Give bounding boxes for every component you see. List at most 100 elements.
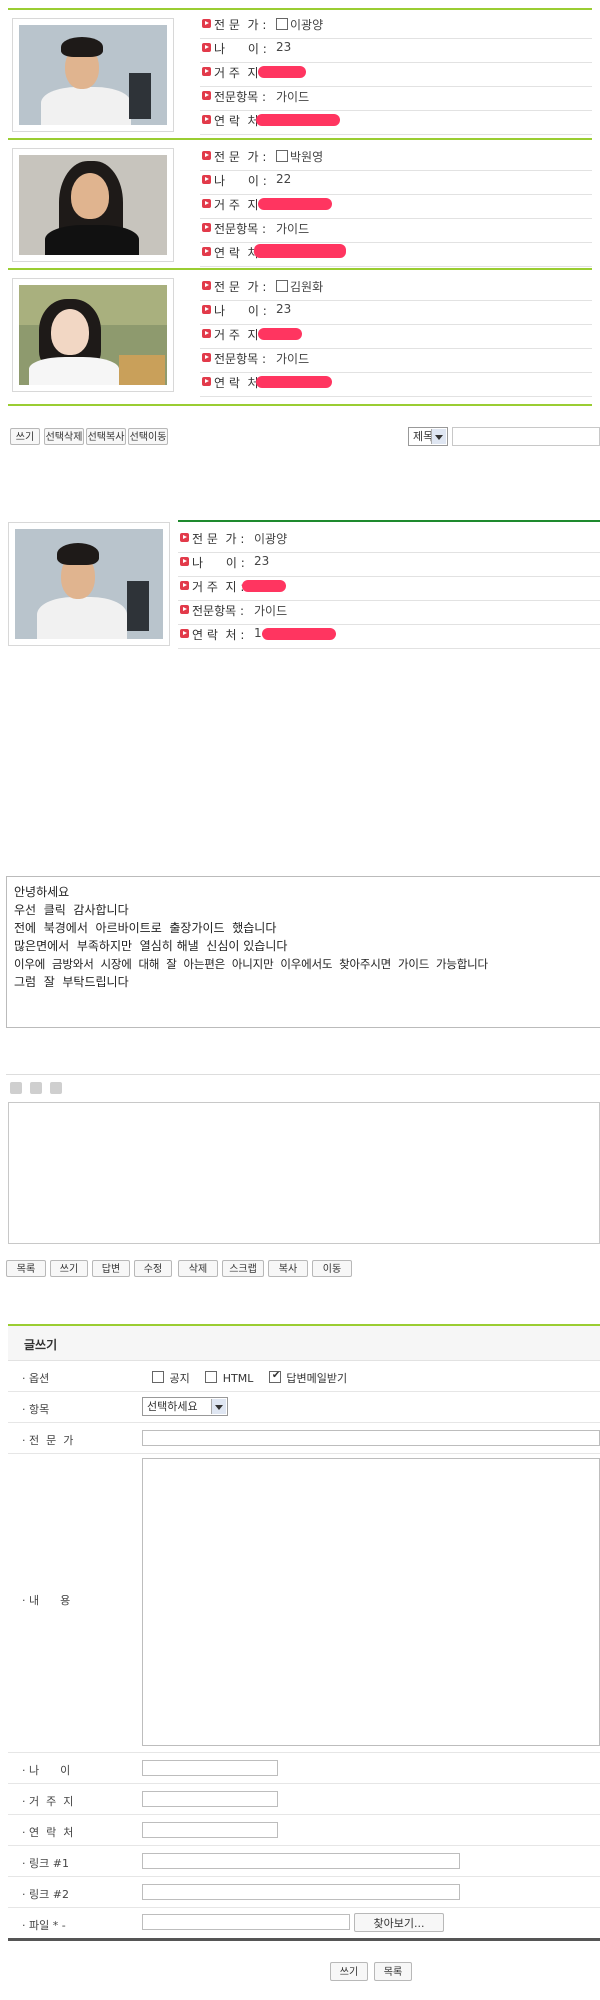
bullet-arrow-icon [180,557,189,566]
checkbox-icon[interactable] [205,1371,218,1383]
move-selected-button[interactable]: 선택이동 [128,428,168,445]
form-title: 글쓰기 [24,1338,58,1352]
contact-value: 1 [254,626,262,640]
message-line: 우선 클릭 감사합니다 [14,903,129,917]
checkbox-icon[interactable] [152,1371,164,1383]
copy-button[interactable]: 복사 [268,1260,308,1277]
expert-name[interactable]: 박원영 [290,150,323,164]
toolbar-up-icon[interactable] [10,1082,22,1094]
bullet-arrow-icon [202,377,211,386]
content-textarea[interactable] [142,1458,600,1746]
write-button[interactable]: 쓰기 [10,428,40,445]
scrap-button[interactable]: 스크랩 [222,1260,264,1277]
link2-input[interactable] [142,1884,460,1900]
specialty-value: 가이드 [276,90,310,104]
contact-label: 연 락 처 : [192,628,245,642]
toolbar-stop-icon[interactable] [30,1082,42,1094]
profile-photo[interactable] [12,18,174,132]
form-row-expert: · 전 문 가 [8,1423,600,1454]
redaction-mark [258,198,332,210]
form-row-contact: · 연 락 처 [8,1815,600,1846]
form-row-category: · 항목 선택하세요 [8,1392,600,1423]
bullet-arrow-icon [202,115,211,124]
age-value: 22 [276,172,292,186]
copy-selected-button[interactable]: 선택복사 [86,428,126,445]
expert-name: 이광양 [254,532,288,546]
residence-label: · 거 주 지 [22,1795,74,1808]
form-row-link2: · 링크 #2 [8,1877,600,1908]
age-label: 나 이 : [214,304,267,318]
profile-photo[interactable] [12,278,174,392]
bullet-arrow-icon [180,533,189,542]
category-select-value: 선택하세요 [147,1400,198,1413]
comment-textarea[interactable] [8,1102,600,1244]
redaction-mark [254,244,346,258]
redaction-mark [256,114,340,126]
file-path-input[interactable] [142,1914,350,1930]
delete-button[interactable]: 삭제 [178,1260,218,1277]
bullet-arrow-icon [202,19,211,28]
list-button[interactable]: 목록 [6,1260,46,1277]
expert-name[interactable]: 김원화 [290,280,323,294]
expert-label: 전 문 가 : [214,150,267,164]
checkbox-checked-icon[interactable]: ✔ [268,1370,281,1383]
edit-button[interactable]: 수정 [134,1260,172,1277]
file-label: · 파일 * - [22,1919,66,1932]
expert-label: 전 문 가 : [214,18,267,32]
options-label: · 옵션 [22,1372,50,1385]
form-row-residence: · 거 주 지 [8,1784,600,1815]
content-label: · 내 용 [22,1594,71,1607]
info-row-contact: 연 락 처 : [200,236,592,267]
expert-input[interactable] [142,1430,600,1446]
profile-photo[interactable] [12,148,174,262]
message-line: 그럼 잘 부탁드립니다 [14,975,129,989]
age-value: 23 [254,554,270,568]
move-button[interactable]: 이동 [312,1260,352,1277]
detail-row-contact: 연 락 처 : 1 [178,618,600,649]
age-value: 23 [276,40,292,54]
form-row-link1: · 링크 #1 [8,1846,600,1877]
specialty-value: 가이드 [276,222,310,236]
bullet-arrow-icon [202,223,211,232]
specialty-label: 전문항목 : [214,90,267,104]
toolbar-down-icon[interactable] [50,1082,62,1094]
message-line: 전에 북경에서 아르바이트로 출장가이드 했습니다 [14,921,277,935]
expert-name[interactable]: 이광양 [290,18,323,32]
specialty-label: 전문항목 : [214,352,267,366]
age-label: 나 이 : [214,42,267,56]
expert-label: · 전 문 가 [22,1434,74,1447]
checkbox-icon[interactable] [276,150,288,162]
reply-button[interactable]: 답변 [92,1260,130,1277]
form-bottom-line [8,1938,600,1941]
contact-input[interactable] [142,1822,278,1838]
browse-button[interactable]: 찾아보기... [354,1913,444,1932]
options-group: 공지 HTML ✔ 답변메일받기 [152,1370,347,1386]
html-option-label: HTML [222,1372,254,1385]
link1-input[interactable] [142,1853,460,1869]
notice-option-label: 공지 [169,1372,190,1385]
checkbox-icon[interactable] [276,280,288,292]
message-line: 이우에 금방와서 시장에 대해 잘 아는편은 아니지만 이우에서도 찾아주시면 … [14,957,488,971]
bullet-arrow-icon [202,247,211,256]
search-field-select[interactable]: 제목 [408,427,448,446]
age-input[interactable] [142,1760,278,1776]
submit-button[interactable]: 쓰기 [330,1962,368,1981]
write-button[interactable]: 쓰기 [50,1260,88,1277]
redaction-mark [258,66,306,78]
specialty-value: 가이드 [276,352,310,366]
form-header: 글쓰기 [8,1326,600,1361]
form-row-content: · 내 용 [8,1454,600,1753]
form-row-age: · 나 이 [8,1753,600,1784]
search-input[interactable] [452,427,600,446]
message-line: 많은면에서 부족하지만 열심히 해낼 신심이 있습니다 [14,939,288,953]
age-label: 나 이 : [192,556,245,570]
bullet-arrow-icon [202,43,211,52]
delete-selected-button[interactable]: 선택삭제 [44,428,84,445]
residence-input[interactable] [142,1791,278,1807]
info-row-contact: 연 락 처 : [200,104,592,135]
category-select[interactable]: 선택하세요 [142,1397,228,1416]
checkbox-icon[interactable] [276,18,288,30]
redaction-mark [258,328,302,340]
redaction-mark [242,580,286,592]
list-button[interactable]: 목록 [374,1962,412,1981]
